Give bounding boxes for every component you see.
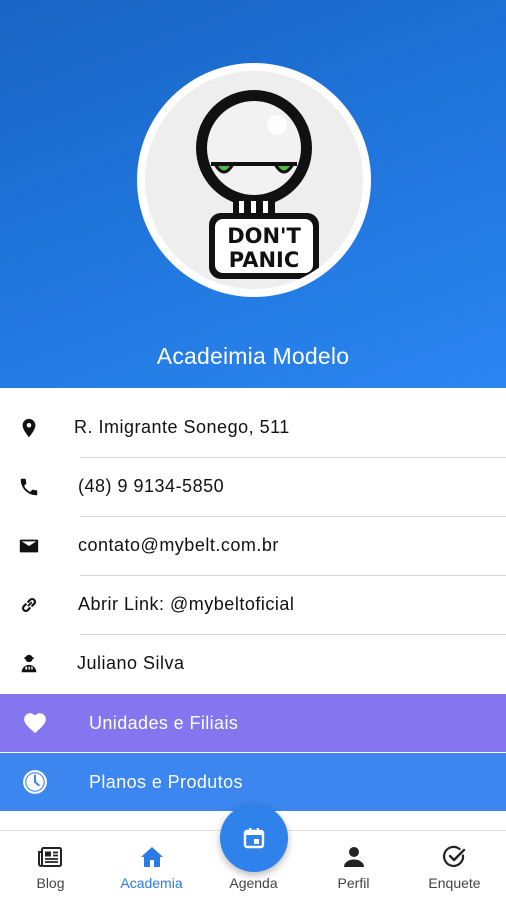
- address-text: R. Imigrante Sonego, 511: [74, 417, 290, 437]
- units-label: Unidades e Filiais: [89, 713, 239, 733]
- phone-row[interactable]: (48) 9 9134-5850: [0, 458, 506, 517]
- email-icon: [19, 539, 39, 553]
- nav-label-agenda: Agenda: [229, 875, 278, 891]
- contact-info-list: R. Imigrante Sonego, 511 (48) 9 9134-585…: [0, 399, 506, 694]
- check-circle-icon: [442, 845, 466, 867]
- link-row[interactable]: Abrir Link: @mybeltoficial: [0, 576, 506, 635]
- address-row[interactable]: R. Imigrante Sonego, 511: [0, 399, 506, 458]
- logo-text-line2: PANIC: [229, 248, 300, 272]
- link-text: Abrir Link: @mybeltoficial: [78, 594, 295, 614]
- newspaper-icon: [38, 847, 62, 867]
- nav-label-academia: Academia: [120, 875, 183, 891]
- person-icon: [344, 847, 364, 867]
- nav-label-blog: Blog: [36, 875, 65, 891]
- instructor-row[interactable]: Juliano Silva: [0, 635, 506, 694]
- link-icon: [21, 597, 37, 613]
- phone-text: (48) 9 9134-5850: [78, 476, 225, 496]
- agenda-button[interactable]: [220, 804, 288, 872]
- nav-enquete[interactable]: Enquete: [404, 831, 505, 900]
- phone-icon: [20, 478, 38, 496]
- heart-icon: [24, 713, 46, 734]
- profile-header: DON'T PANIC Acadeimia Modelo: [0, 0, 506, 388]
- location-pin-icon: [22, 418, 36, 438]
- nav-label-enquete: Enquete: [428, 875, 481, 891]
- email-row[interactable]: contato@mybelt.com.br: [0, 517, 506, 576]
- nav-label-perfil: Perfil: [337, 875, 370, 891]
- instructor-icon: [21, 654, 37, 673]
- plans-button[interactable]: Planos e Produtos: [0, 753, 506, 811]
- calendar-icon: [243, 828, 265, 849]
- home-icon: [141, 847, 163, 867]
- nav-blog[interactable]: Blog: [0, 831, 101, 900]
- avatar: DON'T PANIC: [137, 63, 371, 297]
- logo-text-line1: DON'T: [227, 224, 301, 248]
- units-button[interactable]: Unidades e Filiais: [0, 694, 506, 752]
- plans-label: Planos e Produtos: [89, 772, 243, 792]
- email-text: contato@mybelt.com.br: [78, 535, 279, 555]
- clock-icon: [23, 770, 47, 794]
- dont-panic-logo: DON'T PANIC: [196, 90, 319, 279]
- page-title: Acadeimia Modelo: [156, 343, 350, 369]
- nav-academia[interactable]: Academia: [101, 831, 202, 900]
- nav-perfil[interactable]: Perfil: [303, 831, 404, 900]
- instructor-text: Juliano Silva: [77, 653, 185, 673]
